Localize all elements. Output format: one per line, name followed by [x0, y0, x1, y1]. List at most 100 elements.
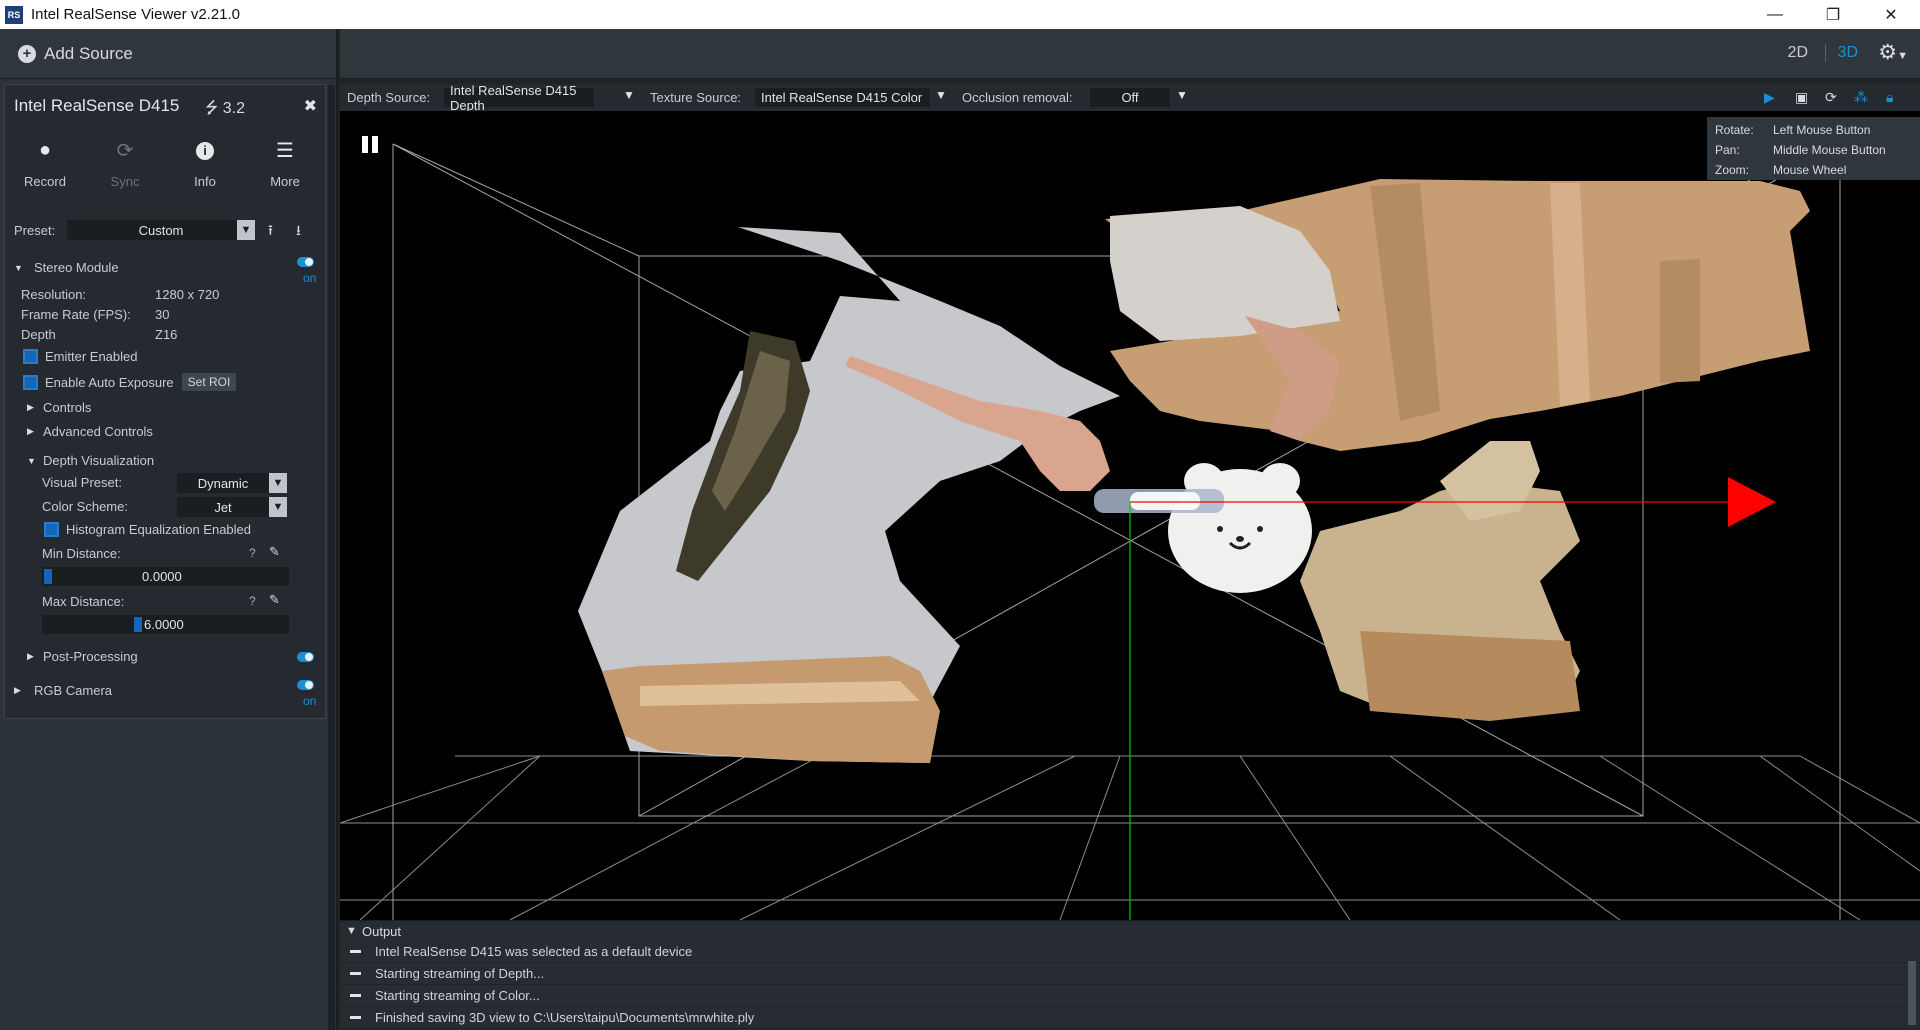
controls-section[interactable]: ▶ Controls — [27, 400, 91, 415]
post-processing-section[interactable]: ▶ Post-Processing — [27, 649, 138, 664]
log-text: Starting streaming of Color... — [375, 988, 540, 1003]
histogram-checkbox[interactable] — [44, 522, 59, 537]
close-window-button[interactable]: ✕ — [1862, 0, 1920, 29]
help-icon[interactable]: ? — [249, 546, 256, 560]
add-source-button[interactable]: + Add Source — [0, 29, 336, 79]
chevron-down-icon[interactable]: ▼ — [1176, 88, 1188, 102]
upload-icon[interactable]: ⭱ — [268, 220, 273, 244]
info-button[interactable]: i Info — [165, 127, 245, 199]
texture-source-dropdown[interactable]: Intel RealSense D415 Color — [755, 88, 930, 107]
rotate-label: Rotate: — [1715, 123, 1754, 137]
advanced-controls-section[interactable]: ▶ Advanced Controls — [27, 424, 153, 439]
view-3d-button[interactable]: 3D — [1824, 44, 1858, 62]
chevron-down-icon[interactable]: ▼ — [623, 88, 635, 102]
slider-handle[interactable] — [133, 617, 142, 632]
fps-value[interactable]: 30 — [155, 307, 169, 322]
reset-icon[interactable]: ⟳ — [1825, 89, 1837, 106]
controls-help: Rotate: Left Mouse Button Pan: Middle Mo… — [1707, 117, 1920, 180]
fps-label: Frame Rate (FPS): — [21, 307, 131, 322]
color-scheme-dropdown[interactable]: Jet ▼ — [177, 497, 287, 517]
occlusion-label: Occlusion removal: — [962, 90, 1073, 105]
view-toolbar: 2D 3D ⚙▼ — [340, 29, 1920, 79]
view-2d-button[interactable]: 2D — [1788, 44, 1808, 62]
zoom-label: Zoom: — [1715, 163, 1750, 177]
point-cloud-scene — [340, 143, 1920, 920]
set-roi-button[interactable]: Set ROI — [181, 373, 237, 391]
format-value[interactable]: Z16 — [155, 327, 177, 342]
viewport-3d[interactable]: Rotate: Left Mouse Button Pan: Middle Mo… — [340, 111, 1920, 920]
output-header[interactable]: ▼ Output — [340, 921, 1920, 941]
resolution-value[interactable]: 1280 x 720 — [155, 287, 219, 302]
rgb-camera-section[interactable]: ▶ RGB Camera — [14, 683, 112, 698]
expand-down-icon: ▼ — [14, 262, 23, 273]
chevron-down-icon: ▼ — [1897, 50, 1908, 62]
occlusion-dropdown[interactable]: Off — [1090, 88, 1170, 107]
visual-preset-dropdown[interactable]: Dynamic ▼ — [177, 473, 287, 493]
stereo-module-header[interactable]: ▼ Stereo Module — [14, 260, 119, 275]
more-button[interactable]: ☰ More — [245, 127, 325, 199]
info-label: Info — [194, 173, 216, 189]
log-text: Intel RealSense D415 was selected as a d… — [375, 944, 693, 959]
pan-value: Middle Mouse Button — [1773, 143, 1886, 157]
depth-source-label: Depth Source: — [347, 90, 431, 105]
edit-icon[interactable]: ✎ — [269, 544, 280, 560]
download-icon[interactable]: ⭳ — [296, 220, 301, 244]
record-button[interactable]: ● Record — [5, 127, 85, 199]
edit-icon[interactable]: ✎ — [269, 592, 280, 608]
chevron-down-icon[interactable]: ▼ — [935, 88, 947, 102]
expand-down-icon: ▼ — [27, 455, 36, 466]
pause-icon[interactable] — [362, 136, 380, 154]
window-title: Intel RealSense Viewer v2.21.0 — [31, 6, 241, 23]
emitter-label: Emitter Enabled — [45, 349, 138, 364]
resolution-label: Resolution: — [21, 287, 87, 302]
max-distance-slider[interactable]: 6.0000 — [42, 615, 289, 634]
viewport-header: Depth Source: Intel RealSense D415 Depth… — [340, 83, 1920, 113]
stereo-module-toggle[interactable] — [297, 257, 314, 267]
rgb-camera-toggle[interactable] — [297, 680, 314, 690]
zoom-value: Mouse Wheel — [1773, 163, 1847, 177]
preset-row: Preset: — [14, 223, 55, 238]
pointcloud-icon[interactable]: ⁂ — [1854, 89, 1868, 106]
auto-exposure-label: Enable Auto Exposure — [45, 374, 174, 390]
play-icon[interactable]: ▶ — [1764, 89, 1775, 106]
emitter-checkbox[interactable] — [23, 349, 38, 364]
sidebar-scrollbar[interactable] — [328, 85, 335, 1030]
stereo-module-on: on — [303, 271, 317, 285]
minimize-button[interactable]: — — [1746, 0, 1804, 29]
sync-label: Sync — [110, 173, 140, 189]
occlusion-value: Off — [1121, 90, 1139, 105]
maximize-button[interactable]: ❐ — [1804, 0, 1862, 29]
add-source-label: Add Source — [44, 43, 133, 63]
emitter-checkbox-row[interactable]: Emitter Enabled — [23, 349, 138, 364]
save-icon[interactable]: ▣ — [1795, 89, 1808, 106]
color-scheme-value: Jet — [214, 499, 232, 515]
depth-visualization-section[interactable]: ▼ Depth Visualization — [27, 453, 154, 468]
device-name: Intel RealSense D415 — [14, 96, 180, 115]
sync-button[interactable]: ⟳ Sync — [85, 127, 165, 199]
depth-source-dropdown[interactable]: Intel RealSense D415 Depth — [444, 83, 594, 113]
lock-icon[interactable]: 🔒︎ — [1886, 89, 1893, 106]
slider-handle[interactable] — [44, 569, 52, 584]
sync-icon: ⟳ — [116, 140, 134, 162]
help-icon[interactable]: ? — [249, 594, 256, 608]
sidebar: + Add Source Intel RealSense D415 ⭍ 3.2 … — [0, 29, 338, 1030]
device-toolbar: ● Record ⟳ Sync i Info ☰ More — [5, 127, 325, 199]
output-title: Output — [362, 923, 402, 939]
output-scrollbar[interactable] — [1908, 961, 1916, 1025]
gear-icon[interactable]: ⚙▼ — [1878, 40, 1908, 65]
log-text: Starting streaming of Depth... — [375, 966, 545, 981]
preset-dropdown[interactable]: Custom ▼ — [67, 220, 255, 240]
expand-right-icon: ▶ — [27, 426, 34, 436]
depth-source-value: Intel RealSense D415 Depth — [450, 82, 577, 113]
more-label: More — [270, 173, 300, 189]
min-distance-slider[interactable]: 0.0000 — [42, 567, 289, 586]
auto-exposure-row[interactable]: Enable Auto Exposure Set ROI — [23, 373, 237, 391]
auto-exposure-checkbox[interactable] — [23, 374, 38, 390]
stereo-module-title: Stereo Module — [34, 260, 119, 275]
post-processing-toggle[interactable] — [297, 652, 314, 662]
log-line: Starting streaming of Color... — [340, 985, 1920, 1007]
histogram-row[interactable]: Histogram Equalization Enabled — [44, 522, 251, 537]
close-device-button[interactable]: ✖ — [304, 96, 317, 116]
usb-icon: ⭍ — [205, 100, 219, 117]
rgb-camera-title: RGB Camera — [34, 683, 113, 698]
